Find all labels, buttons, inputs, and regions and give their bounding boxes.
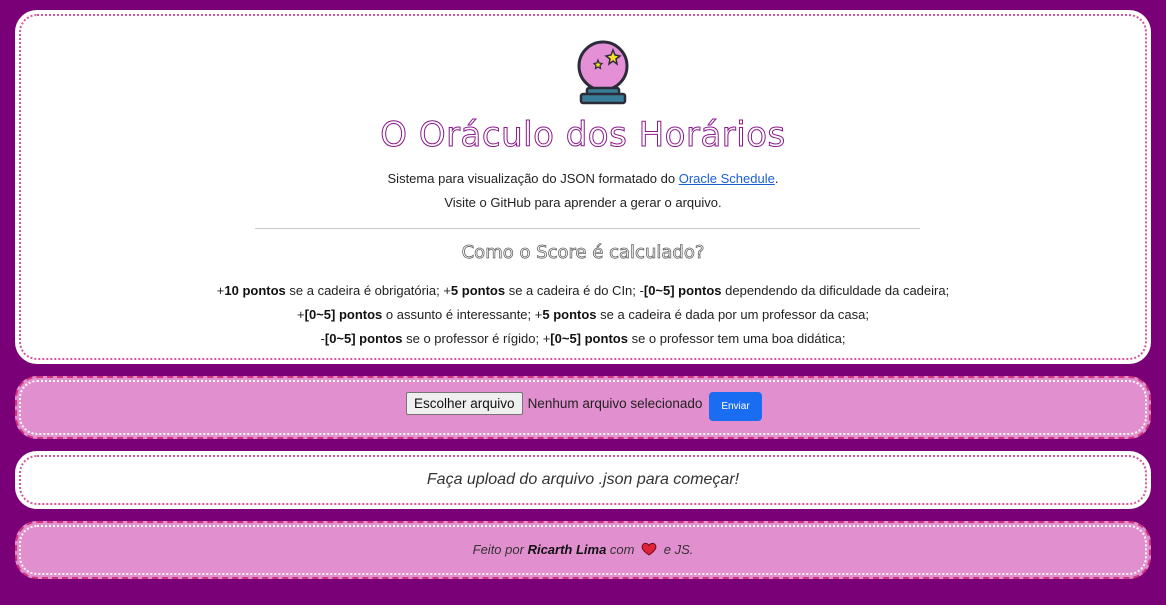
footer-middle: com [606,542,639,557]
score-rules-line-3: -[0~5] pontos se o professor é rígido; +… [18,331,1148,346]
file-chooser: Escolher arquivo Nenhum arquivo selecion… [406,392,702,415]
no-file-selected-text: Nenhum arquivo selecionado [527,396,703,411]
rule-text: se a cadeira é obrigatória; [285,283,444,298]
footer-author: Ricarth Lima [527,542,607,557]
submit-button[interactable]: Enviar [709,392,762,421]
rule-text: se a cadeira é do CIn; [505,283,640,298]
score-rules-line-1: +10 pontos se a cadeira é obrigatória; +… [18,283,1148,298]
score-rules-line-2: +[0~5] pontos o assunto é interessante; … [18,307,1148,322]
description-suffix: . [774,171,779,186]
rule-text: se o professor é rígido; [402,331,543,346]
rule-sign: + [297,307,305,322]
divider [255,228,920,229]
footer-suffix: e JS. [660,542,694,557]
rule-points: 5 pontos [542,307,597,322]
header-card: O Oráculo dos Horários Sistema para visu… [15,10,1151,364]
upload-prompt: Faça upload do arquivo .json para começa… [426,471,740,488]
rule-points: [0~5] pontos [550,331,628,346]
footer-text: Feito por Ricarth Lima com e JS. [17,542,1149,557]
footer-card: Feito por Ricarth Lima com e JS. [15,521,1151,579]
message-card: Faça upload do arquivo .json para começa… [15,451,1151,509]
rule-sign: + [443,283,451,298]
description-line-2: Visite o GitHub para aprender a gerar o … [444,195,722,210]
rule-text: dependendo da dificuldade da cadeira; [721,283,950,298]
description-prefix: Sistema para visualização do JSON format… [387,171,679,186]
rule-points: [0~5] pontos [643,283,722,298]
rule-text: o assunto é interessante; [382,307,535,322]
description-line-1: Sistema para visualização do JSON format… [18,171,1148,186]
choose-file-button[interactable]: Escolher arquivo [406,392,523,415]
rule-points: [0~5] pontos [304,307,383,322]
rule-points: [0~5] pontos [324,331,403,346]
rule-points: 10 pontos [224,283,286,298]
rule-points: 5 pontos [450,283,506,298]
score-section-title: Como o Score é calculado? [461,242,705,264]
rule-text: se o professor tem uma boa didática; [627,331,846,346]
crystal-ball-icon [577,40,629,105]
footer-prefix: Feito por [472,542,528,557]
heart-icon [641,542,657,556]
page-title: O Oráculo dos Horários [380,115,786,156]
upload-card: Escolher arquivo Nenhum arquivo selecion… [15,376,1151,439]
rule-text: se a cadeira é dada por um professor da … [596,307,869,322]
oracle-schedule-link[interactable]: Oracle Schedule [679,171,775,186]
